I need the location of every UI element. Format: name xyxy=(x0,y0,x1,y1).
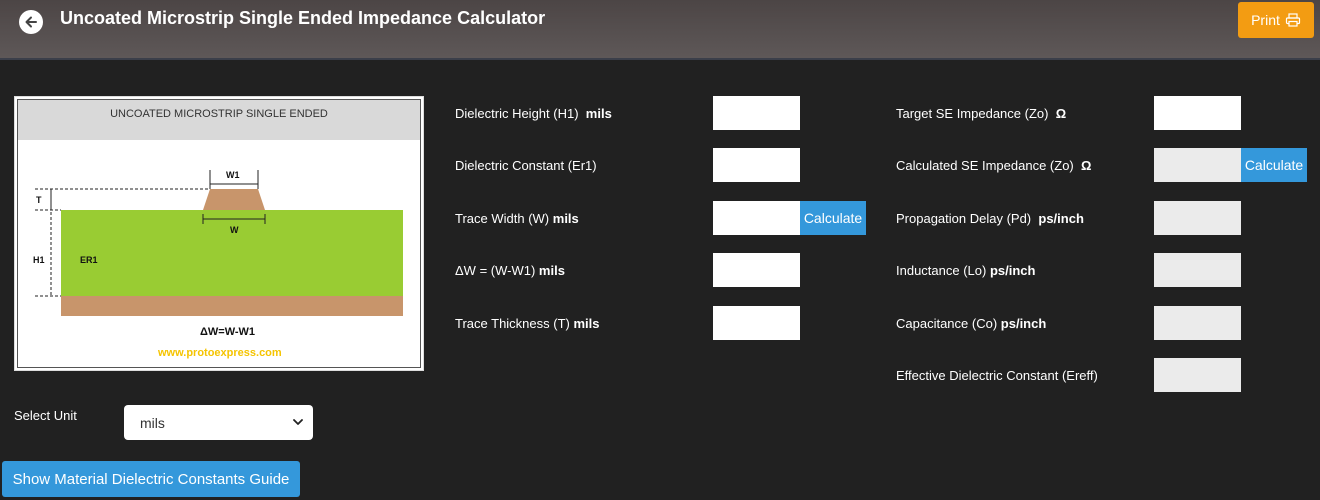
effective-dielectric-label: Effective Dielectric Constant (Ereff) xyxy=(896,368,1098,383)
dielectric-guide-button[interactable]: Show Material Dielectric Constants Guide xyxy=(2,461,300,497)
arrow-left-icon xyxy=(25,16,37,28)
delta-w-label: ΔW = (W-W1) mils xyxy=(455,263,565,278)
w1-label: W1 xyxy=(226,170,240,180)
inductance-label: Inductance (Lo) ps/inch xyxy=(896,263,1036,278)
print-button[interactable]: Print xyxy=(1238,2,1314,38)
chevron-down-icon xyxy=(293,419,303,425)
propagation-delay-label: Propagation Delay (Pd) ps/inch xyxy=(896,211,1084,226)
calculate-trace-width-button[interactable]: Calculate xyxy=(800,201,866,235)
calculated-impedance-label: Calculated SE Impedance (Zo) Ω xyxy=(896,158,1092,173)
microstrip-diagram: UNCOATED MICROSTRIP SINGLE ENDED W1 W T … xyxy=(14,96,424,371)
trace-thickness-input[interactable] xyxy=(713,306,800,340)
dielectric-height-input[interactable] xyxy=(713,96,800,130)
page-title: Uncoated Microstrip Single Ended Impedan… xyxy=(60,8,546,28)
dielectric-constant-label: Dielectric Constant (Er1) xyxy=(455,158,597,173)
target-impedance-label: Target SE Impedance (Zo) Ω xyxy=(896,106,1067,121)
dielectric-constant-input[interactable] xyxy=(713,148,800,182)
header-bar: Uncoated Microstrip Single Ended Impedan… xyxy=(0,0,1320,60)
calculated-impedance-output xyxy=(1154,148,1241,182)
unit-select-value: mils xyxy=(140,414,165,431)
inductance-output xyxy=(1154,253,1241,287)
printer-icon xyxy=(1285,13,1300,27)
back-button[interactable] xyxy=(19,10,43,34)
target-impedance-input[interactable] xyxy=(1154,96,1241,130)
propagation-delay-output xyxy=(1154,201,1241,235)
unit-select[interactable]: mils xyxy=(124,405,313,440)
delta-w-input[interactable] xyxy=(713,253,800,287)
trace-width-label: Trace Width (W) mils xyxy=(455,211,579,226)
formula-label: ΔW=W-W1 xyxy=(200,326,256,338)
capacitance-label: Capacitance (Co) ps/inch xyxy=(896,316,1047,331)
print-label: Print xyxy=(1251,12,1280,28)
trace-width-input[interactable] xyxy=(713,201,800,235)
website-label: www.protoexpress.com xyxy=(158,347,282,359)
select-unit-label: Select Unit xyxy=(14,408,77,423)
h1-label: H1 xyxy=(33,255,45,265)
er1-label: ER1 xyxy=(80,255,98,265)
trace-thickness-label: Trace Thickness (T) mils xyxy=(455,316,600,331)
effective-dielectric-output xyxy=(1154,358,1241,392)
dielectric-height-label: Dielectric Height (H1) mils xyxy=(455,106,612,121)
w-label: W xyxy=(230,225,239,235)
t-label: T xyxy=(36,195,42,205)
calculate-impedance-button[interactable]: Calculate xyxy=(1241,148,1307,182)
capacitance-output xyxy=(1154,306,1241,340)
